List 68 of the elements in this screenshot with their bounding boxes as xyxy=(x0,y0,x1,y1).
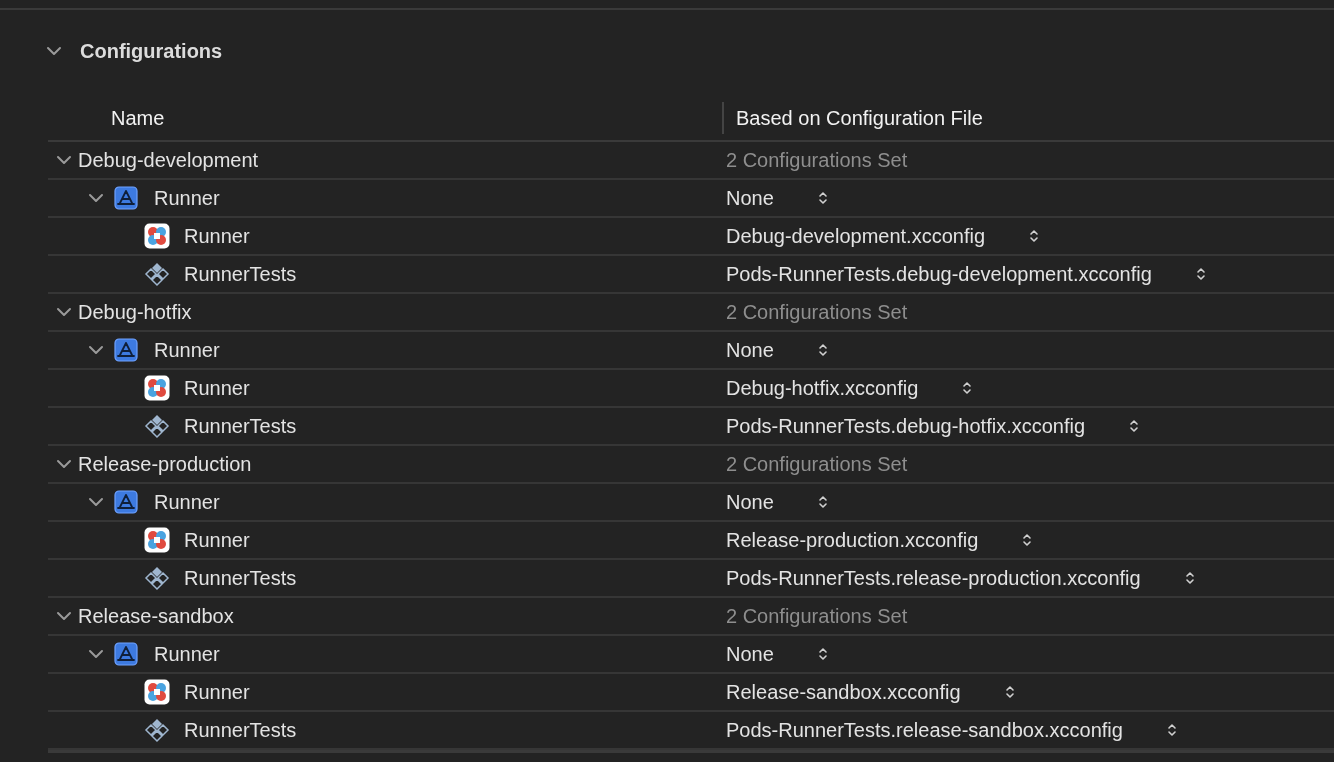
stepper-icon xyxy=(1029,228,1040,244)
target-name: RunnerTests xyxy=(184,718,297,742)
configuration-file-popup[interactable]: Pods-RunnerTests.debug-development.xcconfig xyxy=(726,262,1206,286)
configuration-summary: 2 Configurations Set xyxy=(726,148,909,172)
disclosure-chevron-icon[interactable] xyxy=(88,649,104,659)
target-name: Runner xyxy=(184,680,250,704)
app-icon xyxy=(144,375,170,401)
configuration-summary: 2 Configurations Set xyxy=(726,300,909,324)
stepper-icon xyxy=(1166,722,1177,738)
configuration-file-popup[interactable]: Pods-RunnerTests.debug-hotfix.xcconfig xyxy=(726,414,1140,438)
target-name: RunnerTests xyxy=(184,566,297,590)
disclosure-chevron-icon[interactable] xyxy=(56,459,72,469)
column-header[interactable]: Based on Configuration File xyxy=(722,102,1334,134)
configuration-file-popup[interactable]: Pods-RunnerTests.release-production.xcconfig xyxy=(726,566,1195,590)
stepper-icon xyxy=(1022,532,1033,548)
disclosure-chevron-icon[interactable] xyxy=(56,307,72,317)
disclosure-chevron-icon[interactable] xyxy=(88,497,104,507)
configuration-file-popup[interactable]: None xyxy=(726,186,828,210)
disclosure-chevron-icon[interactable] xyxy=(46,46,62,56)
stepper-icon xyxy=(817,190,828,206)
test-bundle-icon xyxy=(144,261,170,287)
section-title: Configurations xyxy=(80,39,223,63)
stepper-icon xyxy=(817,646,828,662)
configuration-file-popup[interactable]: None xyxy=(726,490,828,514)
configuration-summary: 2 Configurations Set xyxy=(726,604,909,628)
configuration-file-popup[interactable]: Debug-hotfix.xcconfig xyxy=(726,376,973,400)
test-bundle-icon xyxy=(144,413,170,439)
disclosure-chevron-icon[interactable] xyxy=(88,193,104,203)
project-icon xyxy=(114,338,138,362)
stepper-icon xyxy=(1195,266,1206,282)
project-name: Runner xyxy=(154,490,220,514)
stepper-icon xyxy=(1004,684,1015,700)
configuration-file-popup[interactable]: None xyxy=(726,642,828,666)
column-header[interactable]: Name xyxy=(48,106,722,130)
test-bundle-icon xyxy=(144,717,170,743)
project-name: Runner xyxy=(154,642,220,666)
configuration-name: Release-sandbox xyxy=(78,604,234,628)
configuration-file-popup[interactable]: Release-sandbox.xcconfig xyxy=(726,680,1015,704)
stepper-icon xyxy=(817,494,828,510)
project-icon xyxy=(114,186,138,210)
target-name: Runner xyxy=(184,528,250,552)
configuration-name: Debug-hotfix xyxy=(78,300,192,324)
configuration-name: Release-production xyxy=(78,452,252,476)
project-name: Runner xyxy=(154,338,220,362)
stepper-icon xyxy=(1129,418,1140,434)
app-icon xyxy=(144,679,170,705)
configuration-file-popup[interactable]: Debug-development.xcconfig xyxy=(726,224,1040,248)
project-icon xyxy=(114,642,138,666)
configuration-summary: 2 Configurations Set xyxy=(726,452,909,476)
stepper-icon xyxy=(962,380,973,396)
configuration-name: Debug-development xyxy=(78,148,259,172)
app-icon xyxy=(144,527,170,553)
target-name: Runner xyxy=(184,376,250,400)
stepper-icon xyxy=(817,342,828,358)
disclosure-chevron-icon[interactable] xyxy=(56,155,72,165)
app-icon xyxy=(144,223,170,249)
configuration-file-popup[interactable]: Pods-RunnerTests.release-sandbox.xcconfig xyxy=(726,718,1177,742)
disclosure-chevron-icon[interactable] xyxy=(88,345,104,355)
disclosure-chevron-icon[interactable] xyxy=(56,611,72,621)
stepper-icon xyxy=(1184,570,1195,586)
project-icon xyxy=(114,490,138,514)
target-name: Runner xyxy=(184,224,250,248)
test-bundle-icon xyxy=(144,565,170,591)
target-name: RunnerTests xyxy=(184,262,297,286)
target-name: RunnerTests xyxy=(184,414,297,438)
configuration-file-popup[interactable]: Release-production.xcconfig xyxy=(726,528,1033,552)
configuration-file-popup[interactable]: None xyxy=(726,338,828,362)
project-name: Runner xyxy=(154,186,220,210)
